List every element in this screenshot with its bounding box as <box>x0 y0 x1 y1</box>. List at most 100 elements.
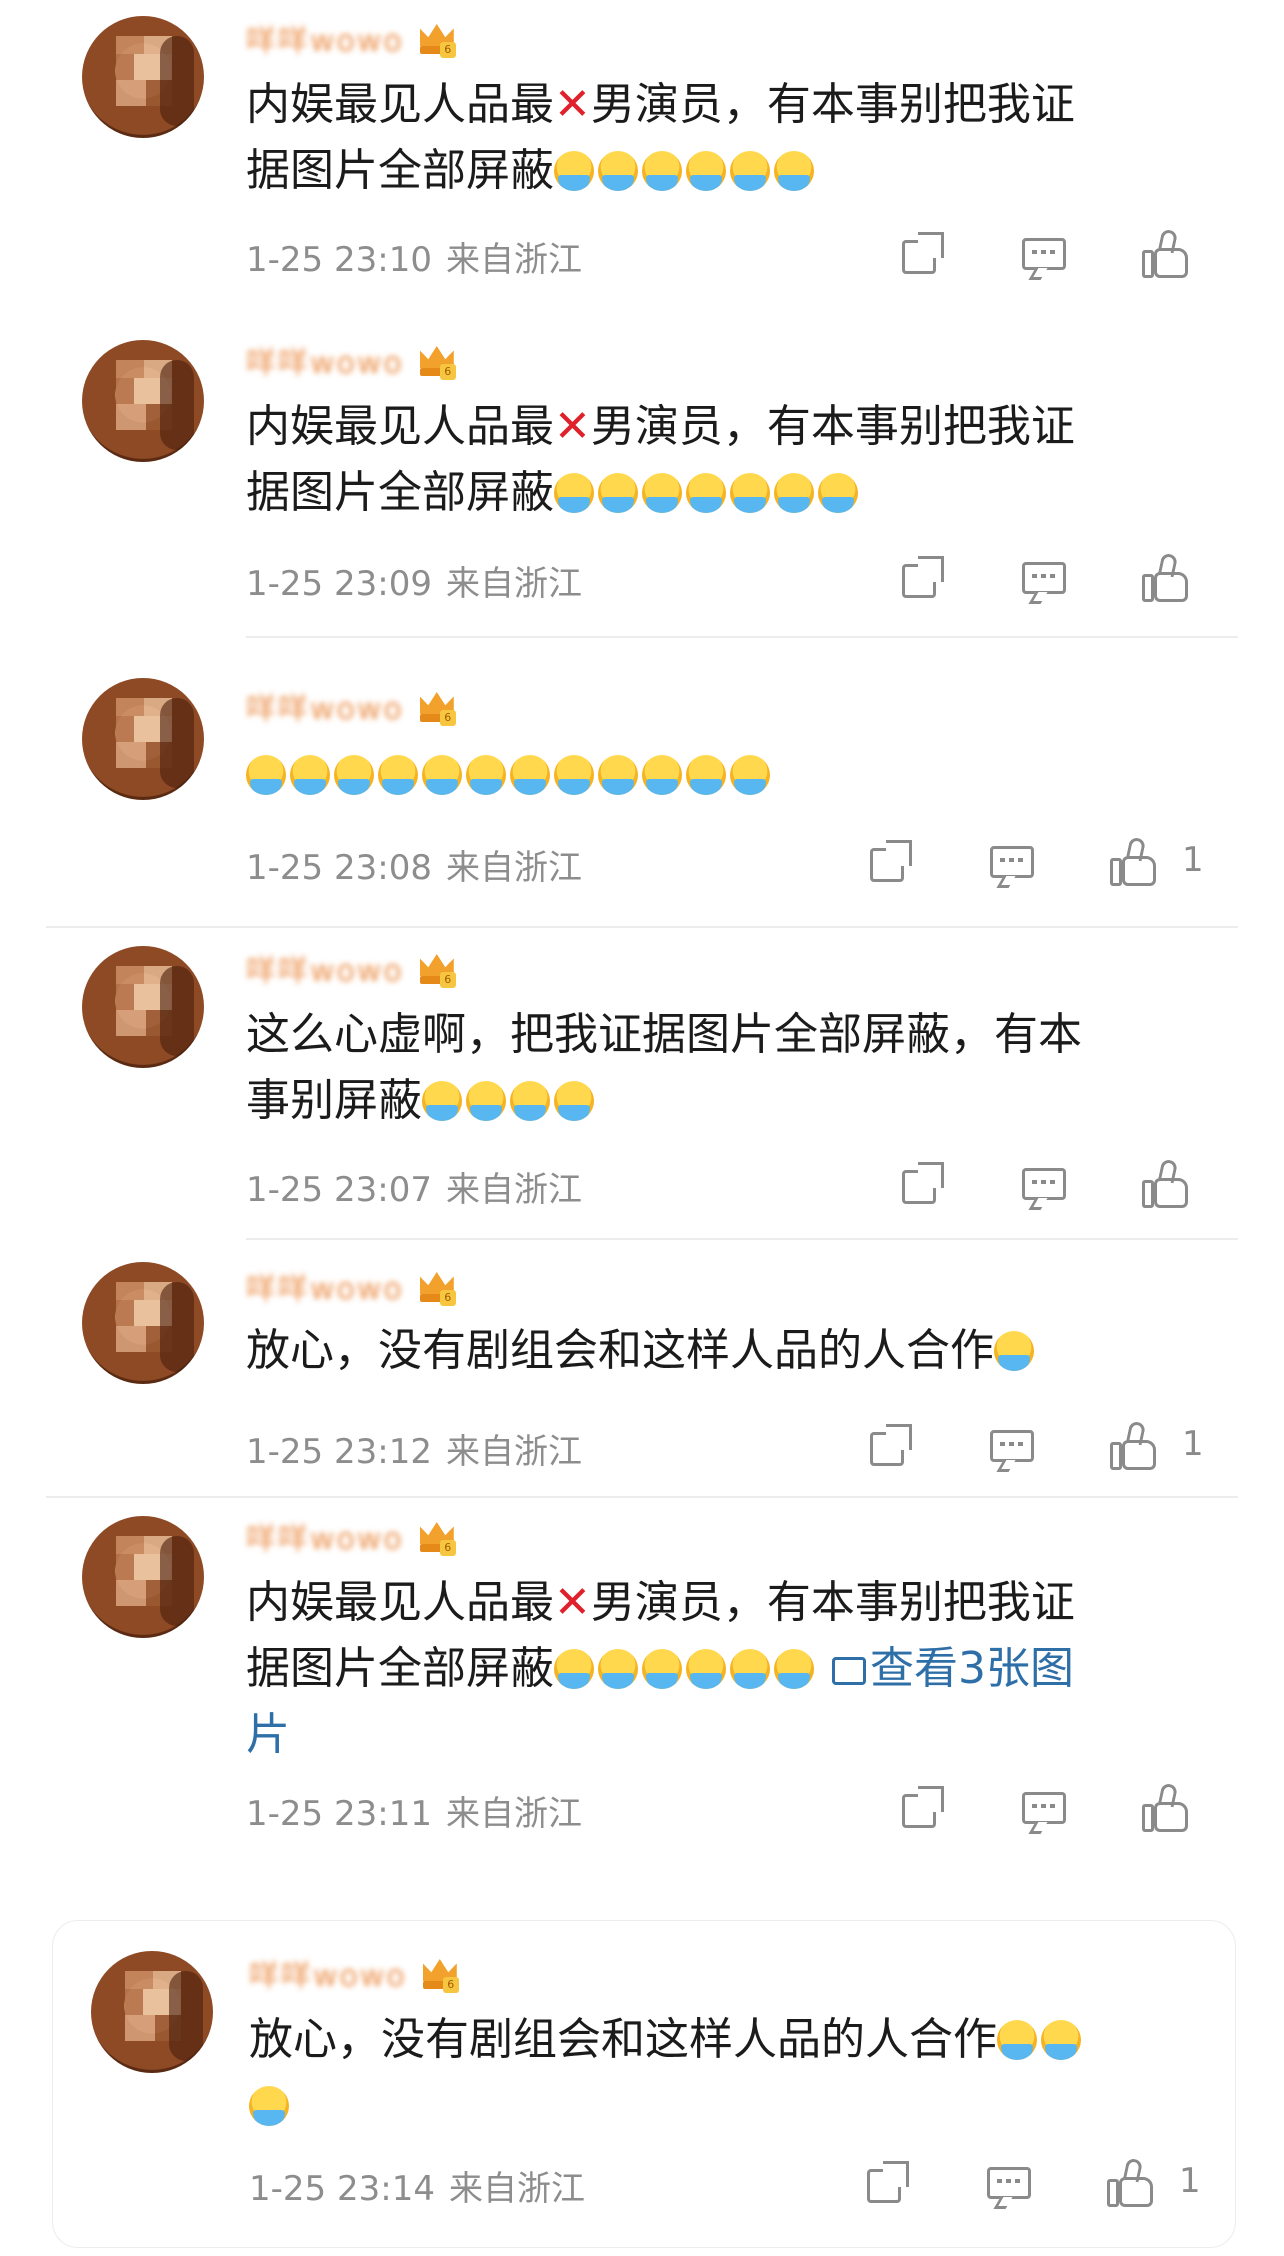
username[interactable]: 咩咩wowo <box>246 338 404 382</box>
username-row[interactable]: 咩咩wowo 6 <box>246 688 458 727</box>
cross-mark-icon: ✕ <box>554 1577 591 1628</box>
avatar[interactable] <box>82 678 204 800</box>
comment-icon[interactable] <box>1020 1786 1068 1834</box>
crown-badge-icon: 6 <box>419 1953 461 1993</box>
username-row[interactable]: 咩咩wowo 6 <box>246 1518 458 1557</box>
crying-emoji-icon <box>994 1331 1034 1371</box>
crying-emoji-icon <box>730 151 770 191</box>
comment-icon[interactable] <box>988 840 1036 888</box>
like-icon[interactable] <box>1110 1420 1158 1470</box>
crying-emoji-icon <box>378 755 418 795</box>
timestamp: 1-25 23:11 <box>246 1794 432 1834</box>
crying-emoji-icon <box>598 755 638 795</box>
username[interactable]: 咩咩wowo <box>246 1264 404 1308</box>
username-row[interactable]: 咩咩wowo 6 <box>246 1266 458 1307</box>
avatar[interactable] <box>82 1262 204 1384</box>
comment-text: 内娱最见人品最✕男演员，有本事别把我证 据图片全部屏蔽 <box>246 79 1075 196</box>
crying-emoji-icon <box>686 1649 726 1689</box>
crying-emoji-icon <box>466 1081 506 1121</box>
username-row[interactable]: 咩咩wowo 6 <box>249 1953 461 1994</box>
comment-meta: 1-25 23:10 来自浙江 <box>246 232 582 281</box>
share-icon[interactable] <box>866 1424 914 1472</box>
crying-emoji-icon <box>246 755 286 795</box>
like-icon[interactable] <box>1107 2157 1155 2207</box>
crying-emoji-icon <box>774 151 814 191</box>
crown-badge-icon: 6 <box>416 1266 458 1306</box>
crying-emoji-icon <box>554 473 594 513</box>
image-icon <box>832 1657 866 1685</box>
comment-text: 放心，没有剧组会和这样人品的人合作 <box>249 2007 1085 2139</box>
username-row[interactable]: 咩咩wowo 6 <box>246 342 458 381</box>
like-icon[interactable] <box>1142 552 1190 602</box>
share-icon[interactable] <box>866 840 914 888</box>
crying-emoji-icon <box>290 755 330 795</box>
comment-icon[interactable] <box>1020 1162 1068 1210</box>
crown-badge-icon: 6 <box>416 948 458 988</box>
username[interactable]: 咩咩wowo <box>246 1514 404 1558</box>
cross-mark-icon: ✕ <box>554 401 591 452</box>
crying-emoji-icon <box>510 1081 550 1121</box>
like-icon[interactable] <box>1142 228 1190 278</box>
crying-emoji-icon <box>730 473 770 513</box>
comment-icon[interactable] <box>1020 556 1068 604</box>
crying-emoji-icon <box>730 1649 770 1689</box>
crying-emoji-icon <box>642 151 682 191</box>
divider <box>246 636 1238 638</box>
like-icon[interactable] <box>1110 836 1158 886</box>
share-icon[interactable] <box>898 1162 946 1210</box>
timestamp: 1-25 23:09 <box>246 564 432 604</box>
username-row[interactable]: 咩咩wowo 6 <box>246 18 458 59</box>
comment-meta: 1-25 23:14 来自浙江 <box>249 2161 585 2210</box>
comment-meta: 1-25 23:12 来自浙江 <box>246 1424 582 1473</box>
share-icon[interactable] <box>898 556 946 604</box>
view-images-link-tail[interactable]: 片 <box>246 1709 290 1760</box>
comment-item: 咩咩wowo 6 内娱最见人品最✕男演员，有本事别把我证 据图片全部屏蔽 1-2… <box>0 0 1284 300</box>
comment-icon[interactable] <box>985 2161 1033 2209</box>
comment-meta: 1-25 23:08 来自浙江 <box>246 840 582 889</box>
timestamp: 1-25 23:10 <box>246 240 432 280</box>
comment-text: 内娱最见人品最✕男演员，有本事别把我证 据图片全部屏蔽 查看3张图 片 <box>246 1577 1075 1760</box>
username[interactable]: 咩咩wowo <box>249 1951 407 1995</box>
like-count: 1 <box>1182 1424 1204 1464</box>
username[interactable]: 咩咩wowo <box>246 16 404 60</box>
comment-item: 咩咩wowo 6 1-25 23:08 来自浙江 1 <box>0 660 1284 920</box>
username[interactable]: 咩咩wowo <box>246 684 404 728</box>
avatar[interactable] <box>82 16 204 138</box>
username[interactable]: 咩咩wowo <box>246 946 404 990</box>
timestamp: 1-25 23:07 <box>246 1170 432 1210</box>
view-images-link[interactable]: 查看3张图 <box>832 1643 1074 1694</box>
divider <box>46 1496 1238 1498</box>
location: 来自浙江 <box>448 2169 585 2209</box>
comment-icon[interactable] <box>1020 232 1068 280</box>
avatar[interactable] <box>91 1951 213 2073</box>
crying-emoji-icon <box>730 755 770 795</box>
avatar[interactable] <box>82 340 204 462</box>
crown-badge-icon: 6 <box>416 18 458 58</box>
crying-emoji-icon <box>686 755 726 795</box>
comment-icon[interactable] <box>988 1424 1036 1472</box>
comment-item: 咩咩wowo 6 内娱最见人品最✕男演员，有本事别把我证 据图片全部屏蔽 查看3… <box>0 1504 1284 1864</box>
crying-emoji-icon <box>774 473 814 513</box>
timestamp: 1-25 23:08 <box>246 848 432 888</box>
comment-text <box>246 742 774 808</box>
crying-emoji-icon <box>598 473 638 513</box>
cross-mark-icon: ✕ <box>554 79 591 130</box>
share-icon[interactable] <box>898 232 946 280</box>
crying-emoji-icon <box>334 755 374 795</box>
like-icon[interactable] <box>1142 1158 1190 1208</box>
comment-item: 咩咩wowo 6 这么心虚啊，把我证据图片全部屏蔽，有本 事别屏蔽 1-25 2… <box>0 940 1284 1240</box>
like-count: 1 <box>1182 840 1204 880</box>
avatar[interactable] <box>82 946 204 1068</box>
avatar[interactable] <box>82 1516 204 1638</box>
location: 来自浙江 <box>445 240 582 280</box>
share-icon[interactable] <box>863 2161 911 2209</box>
share-icon[interactable] <box>898 1786 946 1834</box>
like-icon[interactable] <box>1142 1782 1190 1832</box>
crying-emoji-icon <box>554 1081 594 1121</box>
location: 来自浙江 <box>445 564 582 604</box>
divider <box>246 1238 1238 1240</box>
username-row[interactable]: 咩咩wowo 6 <box>246 948 458 989</box>
crying-emoji-icon <box>510 755 550 795</box>
comment-text: 放心，没有剧组会和这样人品的人合作 <box>246 1318 1038 1384</box>
comment-meta: 1-25 23:07 来自浙江 <box>246 1162 582 1211</box>
